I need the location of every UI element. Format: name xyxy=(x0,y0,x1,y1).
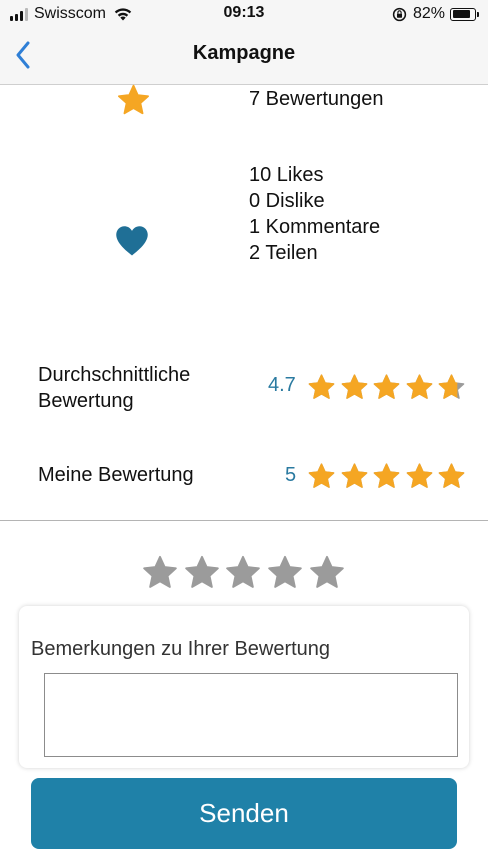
rating-star-icon xyxy=(406,463,433,488)
dislikes-count: 0 Dislike xyxy=(249,190,325,212)
ratings-count: 7 Bewertungen xyxy=(249,88,384,110)
rating-star-icon xyxy=(439,374,465,399)
average-rating-label: Durchschnittliche Bewertung xyxy=(38,364,191,412)
average-rating-stars xyxy=(307,373,470,402)
likes-count: 10 Likes xyxy=(249,164,324,186)
orientation-lock-icon xyxy=(392,7,407,21)
divider xyxy=(0,520,488,521)
comments-count: 1 Kommentare xyxy=(249,216,381,238)
rating-input-star-icon[interactable] xyxy=(183,554,221,592)
rating-star-icon xyxy=(308,463,335,488)
rating-input-star-icon[interactable] xyxy=(141,554,179,592)
send-button[interactable]: Senden xyxy=(31,778,457,849)
heart-icon xyxy=(116,226,148,256)
shares-count: 2 Teilen xyxy=(249,242,318,264)
battery-percent: 82% xyxy=(412,5,445,22)
rating-star-icon xyxy=(373,463,400,488)
status-bar: Swisscom 09:13 82% xyxy=(0,0,488,30)
my-rating-label: Meine Bewertung xyxy=(38,464,194,486)
page-title: Kampagne xyxy=(192,42,296,64)
rating-input-star-icon[interactable] xyxy=(224,554,262,592)
star-icon xyxy=(118,84,149,115)
battery-icon xyxy=(450,7,479,21)
rating-star-icon xyxy=(308,374,335,399)
navigation-bar: Kampagne xyxy=(0,30,488,85)
remarks-label: Bemerkungen zu Ihrer Bewertung xyxy=(31,638,331,660)
rating-star-icon xyxy=(341,463,367,488)
rating-star-icon xyxy=(341,374,367,399)
engagement-stats: 10 Likes 0 Dislike 1 Kommentare 2 Teilen xyxy=(249,162,380,266)
rating-star-icon xyxy=(406,374,433,399)
rating-input-star-icon[interactable] xyxy=(308,554,346,592)
rating-input-star-icon[interactable] xyxy=(266,554,304,592)
my-rating-stars xyxy=(307,462,470,491)
rating-input-stars[interactable] xyxy=(141,554,349,592)
remarks-card: Bemerkungen zu Ihrer Bewertung xyxy=(19,606,469,768)
average-rating-value: 4.7 xyxy=(268,374,296,396)
status-right: 82% xyxy=(392,4,479,24)
rating-star-icon xyxy=(373,374,400,399)
remarks-input[interactable] xyxy=(44,673,458,757)
rating-star-icon xyxy=(439,463,465,488)
my-rating-value: 5 xyxy=(285,464,297,486)
